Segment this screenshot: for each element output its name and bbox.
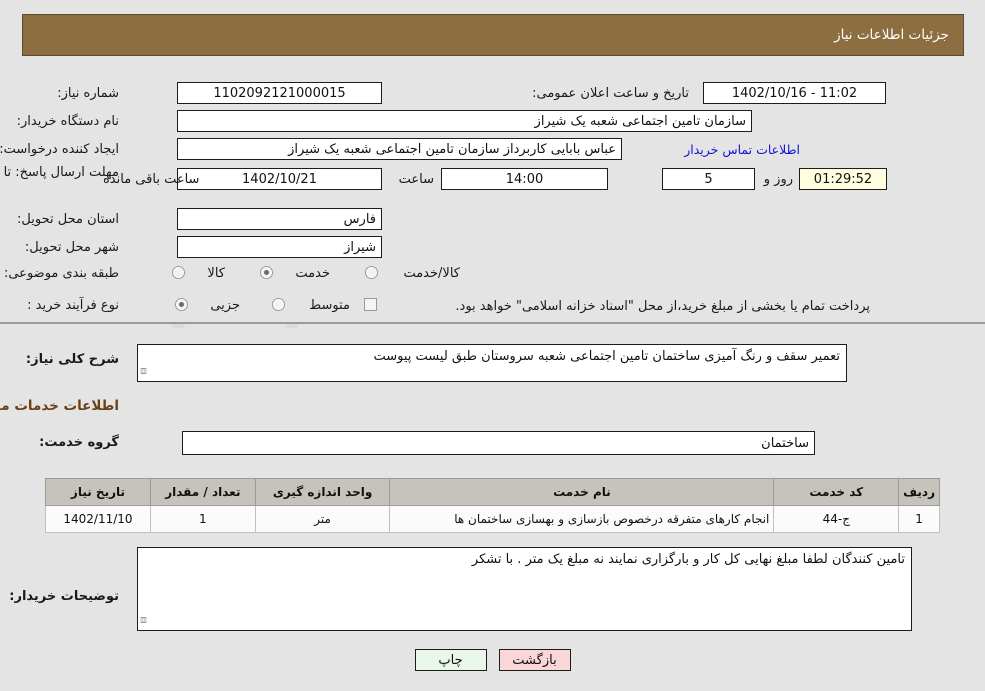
announce-datetime-label: تاریخ و ساعت اعلان عمومی: xyxy=(532,86,689,101)
buyer-org-value: سازمان تامین اجتماعی شعبه یک شیراز xyxy=(177,110,752,132)
col-code: کد خدمت xyxy=(773,478,900,506)
radio-category-khedmat[interactable] xyxy=(260,266,273,279)
remaining-days-value: 5 xyxy=(662,168,755,190)
deadline-label: مهلت ارسال پاسخ: تا تاریخ: xyxy=(0,165,119,180)
col-date: تاریخ نیاز xyxy=(45,478,151,506)
footer-button-row: بازگشت چاپ xyxy=(0,649,985,671)
radio-category-kala-label: کالا xyxy=(207,266,225,281)
buyer-notes-textarea[interactable]: تامین کنندگان لطفا مبلغ نهایی کل کار و ب… xyxy=(137,547,912,631)
general-description-label: شرح کلی نیاز: xyxy=(25,352,119,367)
need-number-label: شماره نیاز: xyxy=(57,86,119,101)
col-name: نام خدمت xyxy=(389,478,775,506)
radio-category-khedmat-label: خدمت xyxy=(295,266,330,281)
col-row: ردیف xyxy=(898,478,940,506)
radio-process-motevaset-label: متوسط xyxy=(309,298,350,313)
cell-date: 1402/11/10 xyxy=(45,505,151,533)
deadline-date-value: 1402/10/21 xyxy=(177,168,382,190)
buyer-org-label: نام دستگاه خریدار: xyxy=(16,114,119,129)
province-value: فارس xyxy=(177,208,382,230)
cell-quantity: 1 xyxy=(149,505,256,533)
remaining-days-label: روز و xyxy=(763,172,793,187)
treasury-checkbox[interactable] xyxy=(364,298,377,311)
category-label: طبقه بندی موضوعی: xyxy=(3,266,119,281)
treasury-text: پرداخت تمام یا بخشی از مبلغ خرید،از محل … xyxy=(455,299,870,314)
general-description-value: تعمیر سقف و رنگ آمیزی ساختمان تامین اجتم… xyxy=(373,349,840,364)
service-group-label: گروه خدمت: xyxy=(39,435,119,450)
print-button[interactable]: چاپ xyxy=(414,649,487,671)
cell-row: 1 xyxy=(898,505,940,533)
col-quantity: تعداد / مقدار xyxy=(149,478,256,506)
services-table: ردیف کد خدمت نام خدمت واحد اندازه گیری ت… xyxy=(45,478,940,533)
buyer-notes-value: تامین کنندگان لطفا مبلغ نهایی کل کار و ب… xyxy=(471,552,905,567)
province-label: استان محل تحویل: xyxy=(17,212,119,227)
need-info-panel: شماره نیاز: 1102092121000015 تاریخ و ساع… xyxy=(0,66,985,324)
radio-category-kala-khedmat[interactable] xyxy=(365,266,378,279)
announce-datetime-value: 11:02 - 1402/10/16 xyxy=(703,82,886,104)
requester-label: ایجاد کننده درخواست: xyxy=(0,142,119,157)
deadline-hour-label: ساعت xyxy=(398,172,434,187)
cell-unit: متر xyxy=(254,505,391,533)
back-button[interactable]: بازگشت xyxy=(498,649,571,671)
page-root: جزئیات اطلاعات نیاز شماره نیاز: 11020921… xyxy=(0,0,985,691)
remaining-time-label: ساعت باقی مانده xyxy=(103,172,200,187)
city-value: شیراز xyxy=(177,236,382,258)
radio-category-kala-khedmat-label: کالا/خدمت xyxy=(403,266,460,281)
requester-value: عباس بابایی کاربرداز سازمان تامین اجتماع… xyxy=(177,138,622,160)
radio-process-jozei-label: جزیی xyxy=(210,298,240,313)
radio-process-motevaset[interactable] xyxy=(272,298,285,311)
buyer-notes-resize-grip-icon[interactable]: ⧈ xyxy=(140,611,147,629)
page-title: جزئیات اطلاعات نیاز xyxy=(834,27,949,43)
cell-code: ج-44 xyxy=(773,505,900,533)
process-label: نوع فرآیند خرید : xyxy=(27,298,119,313)
resize-grip-icon[interactable]: ⧈ xyxy=(140,362,147,380)
cell-name: انجام کارهای متفرقه درخصوص بازسازی و بهس… xyxy=(389,505,775,533)
remaining-countdown-value: 01:29:52 xyxy=(799,168,887,190)
services-heading: اطلاعات خدمات مورد نیاز xyxy=(0,398,119,414)
table-row: 1 ج-44 انجام کارهای متفرقه درخصوص بازساز… xyxy=(45,505,940,533)
col-unit: واحد اندازه گیری xyxy=(254,478,391,506)
buyer-contact-link[interactable]: اطلاعات تماس خریدار xyxy=(684,142,800,157)
service-group-value: ساختمان xyxy=(182,431,815,455)
general-description-textarea[interactable]: تعمیر سقف و رنگ آمیزی ساختمان تامین اجتم… xyxy=(137,344,847,382)
buyer-notes-label: توضیحات خریدار: xyxy=(9,589,119,604)
need-number-value: 1102092121000015 xyxy=(177,82,382,104)
window-title-bar: جزئیات اطلاعات نیاز xyxy=(22,14,964,56)
table-header-row: ردیف کد خدمت نام خدمت واحد اندازه گیری ت… xyxy=(45,478,940,506)
deadline-hour-value: 14:00 xyxy=(441,168,608,190)
city-label: شهر محل تحویل: xyxy=(24,240,119,255)
radio-category-kala[interactable] xyxy=(172,266,185,279)
radio-process-jozei[interactable] xyxy=(175,298,188,311)
